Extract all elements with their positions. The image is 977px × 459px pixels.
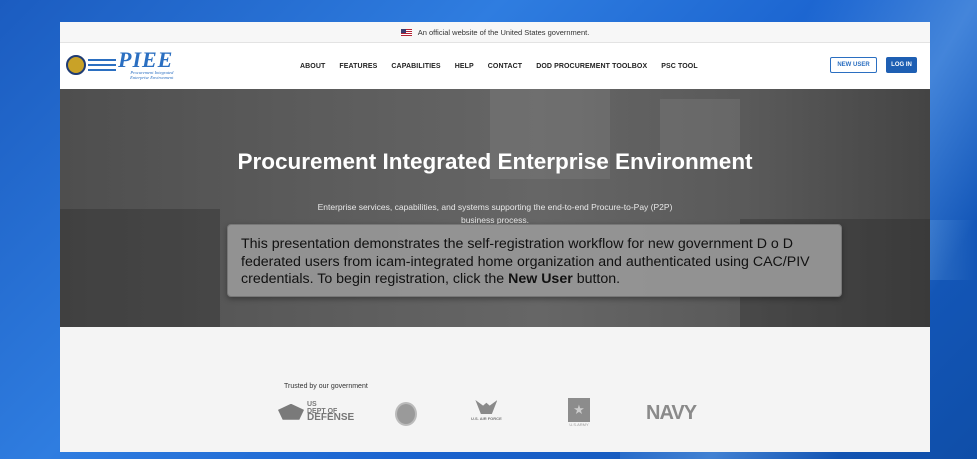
hero-subtitle-line1: Enterprise services, capabilities, and s… [317,202,673,212]
callout-line2: federated users from icam-integrated hom… [241,253,810,270]
nav-capabilities[interactable]: CAPABILITIES [391,63,440,70]
nav-psc-tool[interactable]: PSC TOOL [661,63,697,70]
army-logo: ★ U.S.ARMY [568,398,590,427]
army-label: U.S.ARMY [569,422,589,427]
dod-line3: DEFENSE [307,412,355,423]
nav-menu: ABOUT FEATURES CAPABILITIES HELP CONTACT… [300,43,698,89]
airforce-label: U.S. AIR FORCE [471,416,502,421]
callout-line3-pre: credentials. To begin registration, clic… [241,271,509,287]
agency-seal-icon [395,402,417,426]
callout-line3-post: button. [572,271,621,287]
logo-title: PIEE [118,47,174,72]
air-force-wings-icon [475,400,498,414]
callout-line1: This presentation demonstrates the self-… [241,236,793,252]
logo-stripes [88,56,116,74]
dod-logo: US DEPT OF DEFENSE [278,401,355,423]
piee-logo[interactable]: PIEE Procurement Integrated Enterprise E… [66,47,174,80]
pentagon-icon [278,403,304,420]
navy-wordmark: NAVY [646,402,697,424]
nav-about[interactable]: ABOUT [300,63,325,70]
partner-logos: US DEPT OF DEFENSE U.S. AIR FORCE ★ U.S.… [278,398,718,432]
browser-page: An official website of the United States… [60,22,930,452]
navy-logo: NAVY [646,402,697,425]
new-user-button[interactable]: NEW USER [830,57,877,73]
army-star-icon: ★ [568,398,590,422]
nav-contact[interactable]: CONTACT [488,63,522,70]
airforce-logo: U.S. AIR FORCE [471,400,502,421]
hero-bg-shape [60,209,220,327]
walkthrough-callout: This presentation demonstrates the self-… [227,224,842,297]
callout-bold-new-user: New User [508,271,573,287]
gov-banner-text: An official website of the United States… [417,27,590,37]
logo-subtitle-line2: Enterprise Environment [130,75,174,80]
dla-logo [395,402,417,426]
nav-help[interactable]: HELP [455,63,474,70]
nav-features[interactable]: FEATURES [339,63,377,70]
navbar: PIEE Procurement Integrated Enterprise E… [60,43,930,90]
gov-banner: An official website of the United States… [60,22,930,43]
trusted-label: Trusted by our government [284,383,368,390]
nav-dod-procurement-toolbox[interactable]: DOD PROCUREMENT TOOLBOX [536,63,647,70]
dod-seal-icon [66,55,86,75]
login-button[interactable]: LOG IN [886,57,917,73]
hero-title: Procurement Integrated Enterprise Enviro… [237,149,753,174]
us-flag-icon [400,28,412,36]
